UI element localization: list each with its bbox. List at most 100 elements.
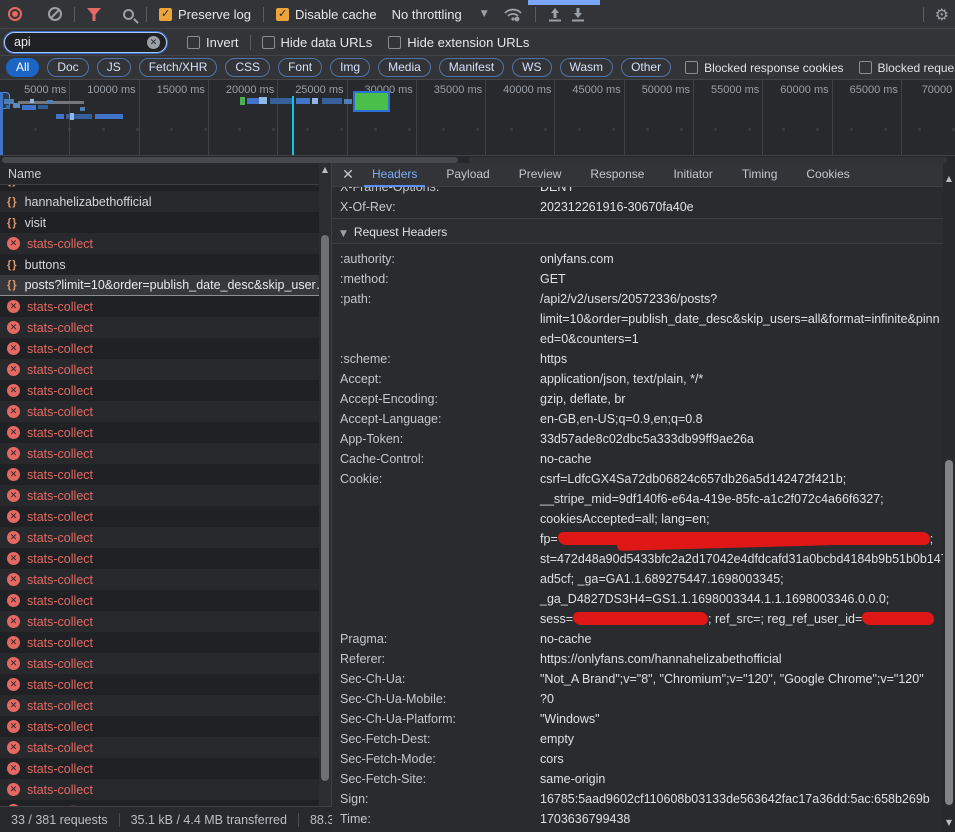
- timeline-section-divider: [208, 80, 209, 155]
- request-row[interactable]: ✕stats-collect: [0, 695, 319, 716]
- clear-filter-icon[interactable]: ✕: [147, 36, 160, 49]
- failed-request-icon: ✕: [7, 783, 20, 796]
- name-column-header[interactable]: Name: [0, 163, 319, 185]
- overview-graph[interactable]: 5000 ms10000 ms15000 ms20000 ms25000 ms3…: [0, 80, 955, 155]
- request-row[interactable]: ✕stats-collect: [0, 590, 319, 611]
- request-row[interactable]: ✕stats-collect: [0, 548, 319, 569]
- filter-chip-manifest[interactable]: Manifest: [439, 58, 504, 77]
- header-value: en-GB,en-US;q=0.9,en;q=0.8: [540, 409, 703, 429]
- tab-headers[interactable]: Headers: [364, 163, 425, 187]
- scroll-up-icon[interactable]: ▲: [943, 173, 955, 185]
- scrollbar-thumb[interactable]: [945, 460, 953, 805]
- request-row[interactable]: ✕stats-collect: [0, 569, 319, 590]
- request-row[interactable]: ✕stats-collect: [0, 485, 319, 506]
- timeline-section-divider: [554, 80, 555, 155]
- settings-gear-icon[interactable]: ⚙: [935, 5, 949, 24]
- blocked-response-cookies-checkbox[interactable]: Blocked response cookies: [685, 61, 843, 75]
- request-row[interactable]: ✕stats-collect: [0, 611, 319, 632]
- filter-chip-doc[interactable]: Doc: [47, 58, 88, 77]
- scroll-up-icon[interactable]: ▲: [319, 164, 331, 176]
- request-row[interactable]: ✕stats-collect: [0, 779, 319, 800]
- details-scrollbar[interactable]: ▲ ▼: [943, 163, 955, 832]
- filter-chip-img[interactable]: Img: [330, 58, 370, 77]
- filter-chip-font[interactable]: Font: [278, 58, 322, 77]
- header-row: Time:1703636799438: [340, 809, 943, 829]
- hide-extension-urls-checkbox[interactable]: Hide extension URLs: [388, 35, 529, 50]
- filter-chip-all[interactable]: All: [6, 58, 39, 77]
- network-conditions-icon[interactable]: [503, 6, 523, 22]
- request-row[interactable]: ✕stats-collect: [0, 338, 319, 359]
- search-button[interactable]: [123, 9, 134, 20]
- chevron-down-icon[interactable]: ▼: [481, 9, 488, 19]
- filter-input[interactable]: api ✕: [4, 32, 167, 53]
- checkbox-unchecked-icon: [262, 36, 275, 49]
- scrollbar-thumb[interactable]: [321, 235, 329, 781]
- header-row: Pragma:no-cache: [340, 629, 943, 649]
- filter-chip-ws[interactable]: WS: [512, 58, 551, 77]
- header-value: https://onlyfans.com/hannahelizabethoffi…: [540, 649, 782, 669]
- request-row[interactable]: {}visit: [0, 212, 319, 233]
- close-details-icon[interactable]: ✕: [340, 166, 356, 183]
- record-button[interactable]: [8, 7, 22, 21]
- tab-preview[interactable]: Preview: [511, 163, 570, 187]
- tab-payload[interactable]: Payload: [438, 163, 497, 187]
- blocked-requests-label: Blocked requests: [878, 61, 955, 75]
- failed-request-icon: ✕: [7, 321, 20, 334]
- tab-response[interactable]: Response: [582, 163, 652, 187]
- throttling-select[interactable]: No throttling: [392, 7, 462, 22]
- hide-data-urls-checkbox[interactable]: Hide data URLs: [262, 35, 373, 50]
- scroll-down-icon[interactable]: ▼: [943, 817, 955, 829]
- tab-initiator[interactable]: Initiator: [665, 163, 720, 187]
- invert-checkbox[interactable]: Invert: [187, 35, 239, 50]
- filter-chip-fetch-xhr[interactable]: Fetch/XHR: [139, 58, 218, 77]
- filter-chip-js[interactable]: JS: [97, 58, 131, 77]
- preserve-log-checkbox[interactable]: Preserve log: [159, 7, 251, 22]
- request-row[interactable]: ✕stats-collect: [0, 380, 319, 401]
- blocked-requests-checkbox[interactable]: Blocked requests: [859, 61, 955, 75]
- export-har-icon[interactable]: [571, 7, 585, 22]
- timeline-section-divider: [277, 80, 278, 155]
- failed-request-icon: ✕: [7, 657, 20, 670]
- filter-chip-other[interactable]: Other: [621, 58, 671, 77]
- request-headers-section-header[interactable]: ▼Request Headers: [332, 218, 943, 244]
- request-row[interactable]: ✕stats-collect: [0, 443, 319, 464]
- header-row: Sign:16785:5aad9602cf110608b03133de56364…: [340, 789, 943, 809]
- request-row[interactable]: ✕stats-collect: [0, 737, 319, 758]
- tab-cookies[interactable]: Cookies: [798, 163, 857, 187]
- request-row[interactable]: {}buttons: [0, 254, 319, 275]
- request-row[interactable]: ✕stats-collect: [0, 359, 319, 380]
- request-row[interactable]: ✕stats-collect: [0, 464, 319, 485]
- request-row[interactable]: ✕stats-collect: [0, 758, 319, 779]
- clear-log-button[interactable]: [48, 7, 62, 21]
- request-list-scrollbar[interactable]: ▲: [319, 163, 331, 806]
- request-row[interactable]: ✕ stats-collect: [0, 317, 319, 338]
- filter-chip-css[interactable]: CSS: [225, 58, 270, 77]
- request-row[interactable]: ✕stats-collect: [0, 632, 319, 653]
- preserve-log-label: Preserve log: [178, 7, 251, 22]
- checkbox-unchecked-icon: [685, 61, 698, 74]
- request-name: stats-collect: [27, 321, 93, 335]
- overview-horizontal-scrollbar[interactable]: [0, 155, 955, 163]
- request-row[interactable]: ✕stats-collect: [0, 506, 319, 527]
- import-har-icon[interactable]: [548, 7, 562, 22]
- filter-toggle-icon[interactable]: [87, 8, 101, 21]
- disable-cache-checkbox[interactable]: Disable cache: [276, 7, 377, 22]
- request-row[interactable]: ✕stats-collect: [0, 674, 319, 695]
- request-row[interactable]: ✕stats-collect: [0, 401, 319, 422]
- request-row[interactable]: ✕stats-collect: [0, 233, 319, 254]
- request-row[interactable]: ✕stats-collect: [0, 527, 319, 548]
- request-row[interactable]: ✕stats-collect: [0, 653, 319, 674]
- timeline-section-divider: [347, 80, 348, 155]
- filter-chip-media[interactable]: Media: [378, 58, 431, 77]
- request-row[interactable]: ✕stats-collect: [0, 422, 319, 443]
- overview-waterfall-bar: [259, 97, 267, 104]
- filter-chip-wasm[interactable]: Wasm: [560, 58, 614, 77]
- request-row[interactable]: ✕stats-collect: [0, 296, 319, 317]
- request-row[interactable]: {}hannahelizabethofficial: [0, 191, 319, 212]
- request-name: stats-collect: [27, 594, 93, 608]
- tab-timing[interactable]: Timing: [734, 163, 786, 187]
- request-row[interactable]: ✕stats-collect: [0, 716, 319, 737]
- header-key: Sec-Fetch-Mode:: [340, 749, 540, 769]
- header-row: :path:/api2/v2/users/20572336/posts?limi…: [340, 289, 943, 349]
- request-row[interactable]: {}posts?limit=10&order=publish_date_desc…: [0, 275, 319, 296]
